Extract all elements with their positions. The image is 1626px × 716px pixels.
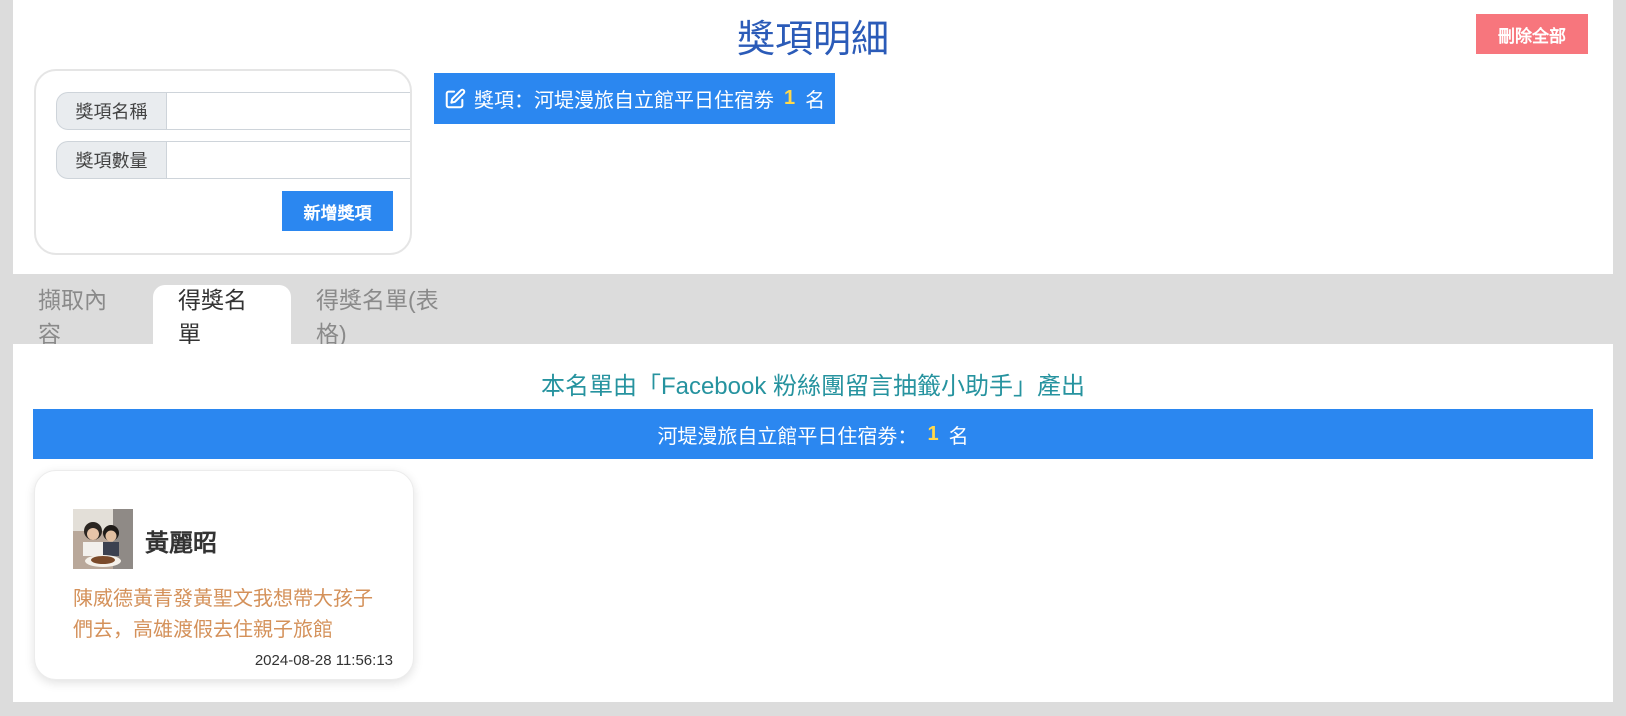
prize-quantity-input[interactable] bbox=[166, 141, 410, 179]
page-title: 獎項明細 bbox=[736, 19, 889, 61]
winner-timestamp: 2024-08-28 11:56:13 bbox=[254, 652, 393, 669]
edit-icon[interactable] bbox=[444, 88, 466, 110]
winner-comment: 陳威德黃青發黃聖文我想帶大孩子們去，高雄渡假去住親子旅館 bbox=[73, 588, 373, 641]
winner-list-panel: 本名單由「Facebook 粉絲團留言抽籤小助手」產出 河堤漫旅自立館平日住宿劵… bbox=[13, 344, 1613, 702]
tab-winner-table[interactable]: 得獎名單(表格) bbox=[291, 285, 489, 347]
tab-bar: 擷取內容 得獎名單 得獎名單(表格) bbox=[13, 285, 489, 347]
prize-item-name: 河堤漫旅自立館平日住宿劵 bbox=[534, 90, 774, 112]
add-prize-form: 獎項名稱 獎項數量 新增獎項 bbox=[34, 69, 412, 255]
prize-header-unit: 名 bbox=[948, 425, 969, 448]
prize-name-row: 獎項名稱 bbox=[56, 92, 410, 130]
winner-card: 黃麗昭 陳威德黃青發黃聖文我想帶大孩子們去，高雄渡假去住親子旅館 2024-08… bbox=[34, 470, 414, 680]
delete-all-button[interactable]: 刪除全部 bbox=[1476, 14, 1588, 54]
prize-quantity-label: 獎項數量 bbox=[56, 141, 166, 179]
add-prize-button[interactable]: 新增獎項 bbox=[282, 191, 393, 231]
prize-name-input[interactable] bbox=[166, 92, 410, 130]
prize-quantity-row: 獎項數量 bbox=[56, 141, 410, 179]
prize-item-unit: 名 bbox=[805, 90, 826, 112]
prize-name-label: 獎項名稱 bbox=[56, 92, 166, 130]
prize-details-panel: 獎項明細 刪除全部 獎項名稱 獎項數量 新增獎項 獎項： 河堤漫旅自立館平日住宿… bbox=[13, 0, 1613, 274]
credit-text: 本名單由「Facebook 粉絲團留言抽籤小助手」產出 bbox=[540, 373, 1086, 400]
prize-item[interactable]: 獎項： 河堤漫旅自立館平日住宿劵 1 名 bbox=[434, 73, 836, 124]
prize-header-name: 河堤漫旅自立館平日住宿劵： bbox=[657, 425, 918, 448]
winner-name: 黃麗昭 bbox=[145, 530, 217, 557]
avatar-photo bbox=[73, 509, 133, 569]
prize-header-bar: 河堤漫旅自立館平日住宿劵： 1 名 bbox=[33, 409, 1593, 459]
tab-winner-list[interactable]: 得獎名單 bbox=[153, 285, 291, 347]
prize-item-count: 1 bbox=[784, 87, 796, 109]
avatar[interactable] bbox=[73, 509, 133, 569]
prize-header-count: 1 bbox=[927, 422, 939, 445]
prize-item-prefix: 獎項： bbox=[474, 90, 534, 112]
tab-fetch-content[interactable]: 擷取內容 bbox=[13, 285, 153, 347]
